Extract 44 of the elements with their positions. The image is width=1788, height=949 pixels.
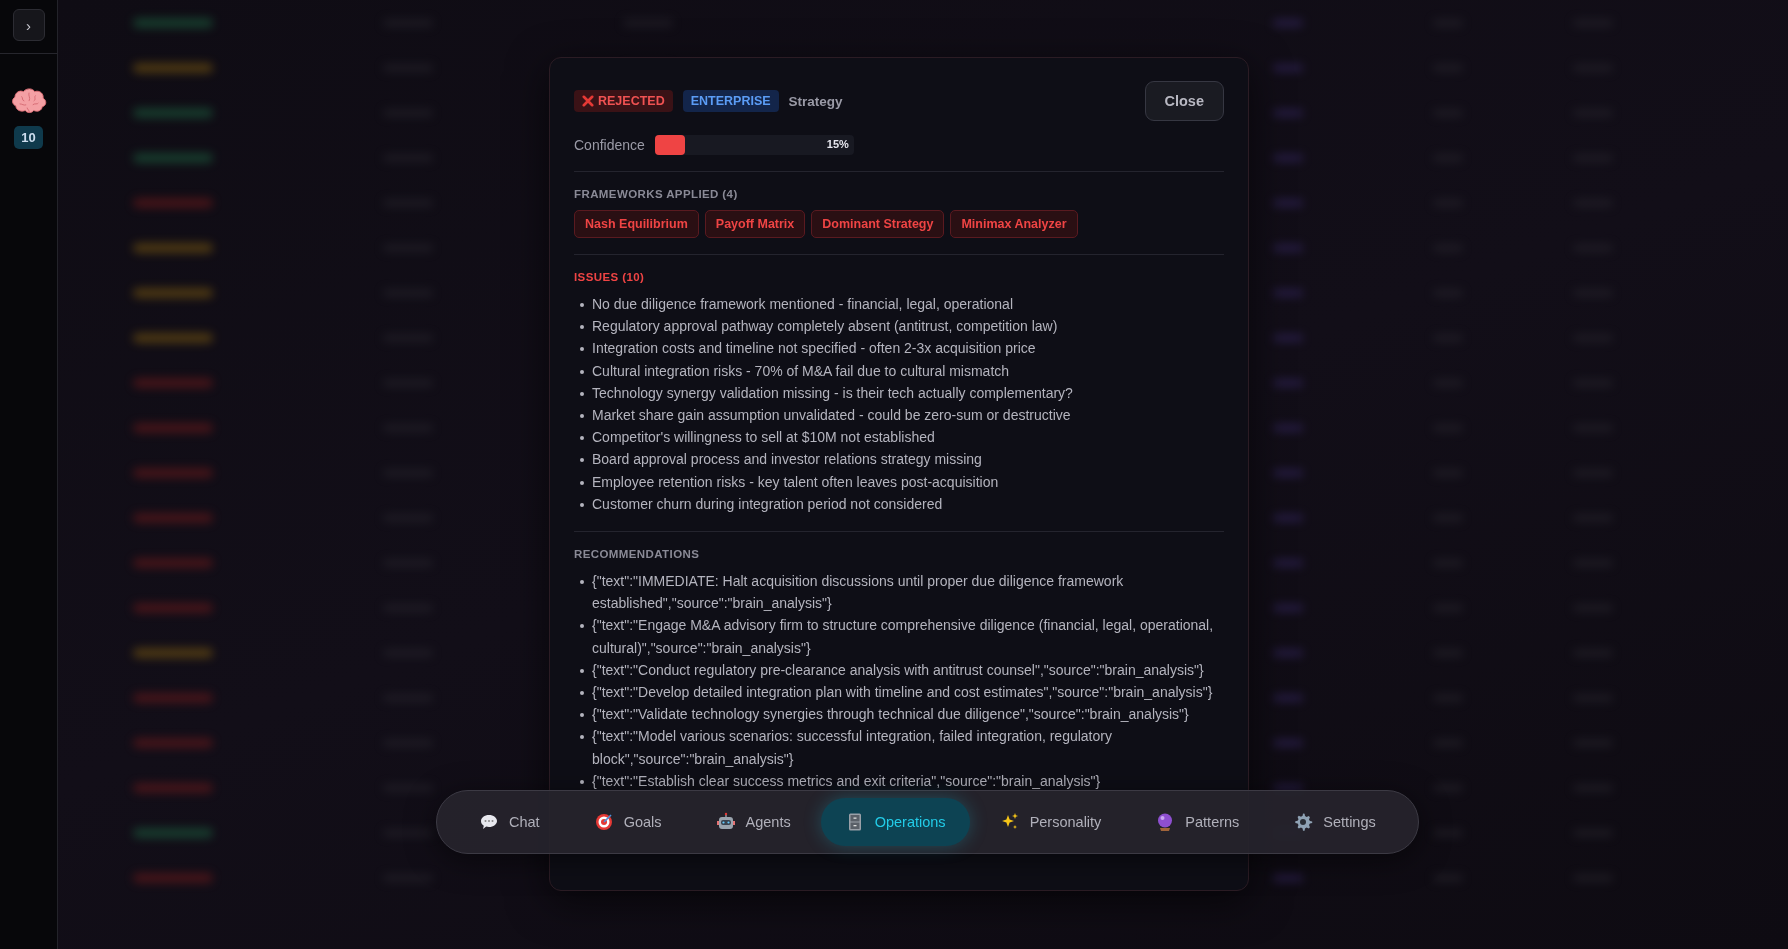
settings-icon (1293, 812, 1314, 832)
recommendation-item: {"text":"Establish clear success metrics and exit criteria","source":"brain_analysis"} (592, 771, 1102, 791)
tier-badge: ENTERPRISE (682, 90, 779, 112)
confidence-label: Confidence (574, 137, 645, 153)
framework-tag: Minimax Analyzer (950, 210, 1078, 238)
nav-tab[interactable]: Agents (691, 798, 815, 846)
section-heading: FRAMEWORKS APPLIED (4) (574, 188, 739, 200)
nav-tab[interactable]: Chat (455, 798, 564, 846)
issue-item: Integration costs and timeline not specified - often 2-3x acquisition price (592, 339, 1037, 359)
issue-item: Technology synergy validation missing - is their tech actually complementary? (592, 383, 1074, 403)
recommendation-item: {"text":"Develop detailed integration plan with timeline and cost estimates","source":"brain_analysis"} (592, 683, 1214, 703)
issue-item: No due diligence framework mentioned - financial, legal, operational (592, 295, 1015, 314)
issue-item: Customer churn during integration period not considered (592, 494, 944, 514)
confidence-reading: 15% (826, 138, 849, 150)
nav-tab[interactable]: Patterns (1131, 798, 1264, 846)
framework-tag: Dominant Strategy (811, 210, 945, 238)
close-button[interactable]: Close (1144, 81, 1224, 121)
sidebar-toggle-button[interactable]: › (12, 9, 45, 41)
nav-tab[interactable]: Operations (820, 798, 970, 846)
issue-item: Market share gain assumption unvalidated - could be zero-sum or destructive (592, 406, 1072, 425)
section-heading: RECOMMENDATIONS (574, 548, 701, 561)
issue-item: Board approval process and investor relations strategy missing (592, 450, 983, 470)
status-badge: REJECTED (574, 90, 673, 112)
issue-item: Employee retention risks - key talent often leaves post-acquisition (592, 472, 1000, 492)
issue-item: Regulatory approval pathway completely absent (antitrust, competition law) (592, 317, 1059, 337)
recommendation-item: {"text":"Validate technology synergies through technical due diligence","source":"brain_analysis"} (592, 705, 1190, 725)
section-heading: ISSUES (10) (574, 271, 646, 283)
target-icon (593, 812, 614, 832)
robot-icon (715, 812, 736, 832)
issue-item: Cultural integration risks - 70% of M&A fail due to cultural mismatch (592, 361, 1011, 381)
count-badge: 10 (14, 126, 43, 149)
recommendation-item: {"text":"Engage M&A advisory firm to structure comprehensive diligence (financial, legal, operational, cultural)","source":"brain_analysis"} (592, 616, 1215, 658)
issue-item: Competitor's willingness to sell at $10M not established (592, 428, 936, 448)
nav-tab[interactable]: Settings (1269, 798, 1400, 846)
category-label: Strategy (788, 93, 843, 109)
nav-tab[interactable]: Goals (569, 798, 686, 846)
framework-tag: Nash Equilibrium (574, 210, 699, 238)
recommendation-item: {"text":"Model various scenarios: successful integration, failed integration, regulatory block","source":"brain_analysis"} (592, 727, 1113, 769)
nav-tab[interactable]: Personality (975, 798, 1126, 846)
framework-tag: Payoff Matrix (704, 210, 806, 238)
recommendation-item: {"text":"Conduct regulatory pre-clearance analysis with antitrust counsel","source":"brain_analysis"} (592, 660, 1205, 680)
speech-bubble-icon (479, 812, 499, 832)
cross-icon (582, 95, 594, 107)
recommendation-item: {"text":"IMMEDIATE: Halt acquisition discussions until proper due diligence framework established","source":"brain_analysis"} (592, 572, 1125, 614)
